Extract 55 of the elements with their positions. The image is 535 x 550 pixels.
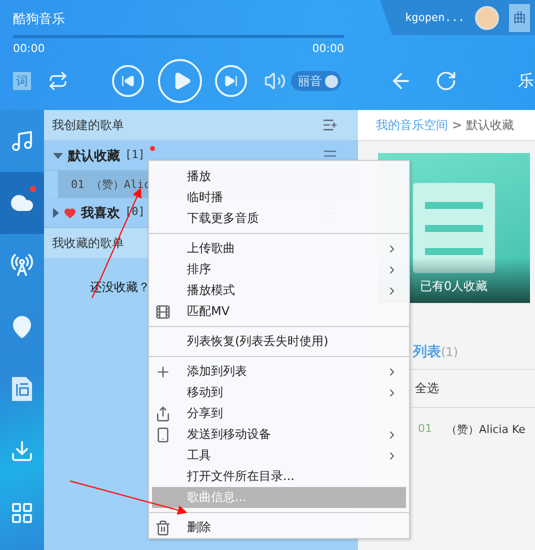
play-button[interactable] [158, 59, 202, 103]
menu-item[interactable]: 播放模式 [152, 280, 406, 301]
download-icon [10, 439, 34, 463]
song-list-count: (1) [441, 345, 458, 359]
menu-item[interactable]: 添加到列表 [152, 361, 406, 382]
menu-item[interactable]: 排序 [152, 259, 406, 280]
film-icon [155, 304, 171, 320]
select-all-label[interactable]: 全选 [415, 381, 439, 395]
document-icon [11, 376, 33, 402]
phone-icon [155, 427, 171, 443]
section-title: 我创建的歌单 [52, 116, 124, 134]
menu-item[interactable]: 匹配MV [152, 301, 406, 322]
grid-icon [10, 501, 34, 525]
header-tab[interactable]: 曲 [508, 4, 530, 32]
refresh-icon[interactable] [435, 70, 457, 92]
menu-item[interactable]: 移动到 [152, 382, 406, 403]
menu-item[interactable]: 打开文件所在目录... [152, 466, 406, 487]
progress-track[interactable] [13, 35, 344, 38]
menu-item[interactable]: 下载更多音质 [152, 208, 406, 229]
skip-back-icon [121, 74, 135, 88]
breadcrumb-current: 默认收藏 [466, 116, 514, 134]
total-time: 00:00 [312, 42, 344, 55]
add-playlist-icon[interactable] [322, 117, 338, 133]
menu-item[interactable]: 删除 [152, 517, 406, 538]
menu-item[interactable]: 发送到移动设备 [152, 424, 406, 445]
list-document-icon [413, 183, 495, 273]
elapsed-time: 00:00 [13, 42, 45, 55]
next-button[interactable] [215, 65, 247, 97]
plus-icon [155, 364, 171, 380]
location-pin-icon [10, 315, 34, 339]
favorite-count-caption: 已有0人收藏 [420, 278, 488, 295]
playlist-count: [1] [125, 148, 145, 161]
skip-forward-icon [224, 74, 238, 88]
menu-item[interactable]: 列表恢复(列表丢失时使用) [152, 331, 406, 352]
menu-item[interactable]: 上传歌曲 [152, 238, 406, 259]
volume-icon[interactable] [264, 70, 286, 92]
user-name[interactable]: kgopen... [405, 11, 465, 24]
menu-item[interactable]: 临时播 [152, 187, 406, 208]
playlist-name: 默认收藏 [68, 148, 120, 164]
avatar[interactable] [474, 6, 499, 30]
song-list-heading: 列表 [413, 343, 441, 361]
window-title: 酷狗音乐 [13, 11, 65, 28]
share-icon [155, 406, 171, 422]
song-title: （赞）Alicia Ke [446, 422, 526, 437]
playlist-name: 我喜欢 [81, 204, 120, 222]
song-index: 01 [418, 422, 432, 437]
sidebar-item[interactable] [0, 172, 44, 234]
music-note-icon [10, 129, 34, 153]
repeat-icon[interactable] [48, 71, 68, 91]
previous-button[interactable] [112, 65, 144, 97]
radio-tower-icon [10, 253, 34, 277]
menu-item[interactable]: 工具 [152, 445, 406, 466]
trash-icon [155, 520, 171, 536]
breadcrumb-separator: > [452, 118, 462, 132]
menu-item[interactable]: 分享到 [152, 403, 406, 424]
